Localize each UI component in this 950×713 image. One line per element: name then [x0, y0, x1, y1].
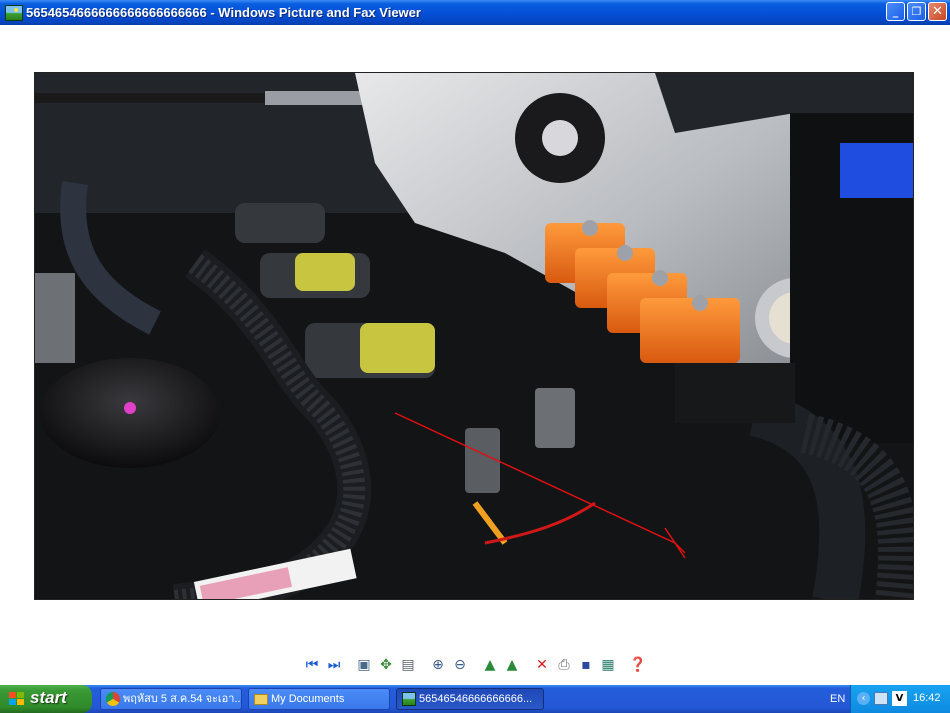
- taskbar: start พฤหัสบ 5 ส.ค.54 จะเอา... My Docume…: [0, 685, 950, 713]
- tray-expand-icon[interactable]: ‹: [857, 692, 870, 705]
- delete-icon[interactable]: ✕: [532, 655, 552, 675]
- save-icon[interactable]: ▪: [576, 655, 596, 675]
- restore-button[interactable]: ❐: [907, 2, 926, 21]
- viewer-toolbar: ⏮ ⏭ ▣ ✥ ▤ ⊕ ⊖ ▲ ▲ ✕ ⎙ ▪ ▦ ❓: [300, 655, 660, 677]
- rotate-clockwise-icon[interactable]: ▲: [480, 655, 500, 675]
- taskbar-item-label: พฤหัสบ 5 ส.ค.54 จะเอา...: [123, 693, 242, 705]
- language-indicator[interactable]: EN: [830, 693, 845, 705]
- picture-viewer-icon: [402, 692, 416, 706]
- taskbar-item-label: My Documents: [271, 693, 345, 705]
- start-label: start: [30, 688, 67, 707]
- print-icon[interactable]: ⎙: [554, 655, 574, 675]
- window-title: 5654654666666666666666666 - Windows Pict…: [26, 5, 421, 20]
- best-fit-icon[interactable]: ▣: [354, 655, 374, 675]
- picture-viewer-icon: [5, 5, 23, 21]
- zoom-in-icon[interactable]: ⊕: [428, 655, 448, 675]
- chrome-icon: [106, 692, 120, 706]
- start-button[interactable]: start: [0, 685, 92, 713]
- volume-icon[interactable]: Ⅴ: [892, 691, 907, 706]
- slideshow-icon[interactable]: ▤: [398, 655, 418, 675]
- taskbar-item-picture-viewer[interactable]: 56546546666666666...: [396, 688, 544, 710]
- rotate-counterclockwise-icon[interactable]: ▲: [502, 655, 522, 675]
- edit-icon[interactable]: ▦: [598, 655, 618, 675]
- windows-logo-icon: [9, 692, 25, 706]
- previous-image-icon[interactable]: ⏮: [302, 655, 322, 675]
- system-tray: ‹ Ⅴ 16:42: [850, 685, 950, 713]
- actual-size-icon[interactable]: ✥: [376, 655, 396, 675]
- clock[interactable]: 16:42: [913, 692, 941, 704]
- folder-icon: [254, 694, 268, 705]
- engine-photo[interactable]: [34, 72, 914, 600]
- image-viewer-area: ⏮ ⏭ ▣ ✥ ▤ ⊕ ⊖ ▲ ▲ ✕ ⎙ ▪ ▦ ❓: [0, 25, 950, 685]
- next-image-icon[interactable]: ⏭: [324, 655, 344, 675]
- title-bar[interactable]: 5654654666666666666666666 - Windows Pict…: [0, 0, 950, 25]
- minimize-button[interactable]: _: [886, 2, 905, 21]
- taskbar-item-my-documents[interactable]: My Documents: [248, 688, 390, 710]
- taskbar-item-label: 56546546666666666...: [419, 693, 533, 705]
- zoom-out-icon[interactable]: ⊖: [450, 655, 470, 675]
- engine-photo-drawing: [35, 73, 913, 599]
- close-button[interactable]: ✕: [928, 2, 947, 21]
- network-icon[interactable]: [874, 692, 888, 705]
- help-icon[interactable]: ❓: [628, 655, 648, 675]
- taskbar-item-chrome[interactable]: พฤหัสบ 5 ส.ค.54 จะเอา...: [100, 688, 242, 710]
